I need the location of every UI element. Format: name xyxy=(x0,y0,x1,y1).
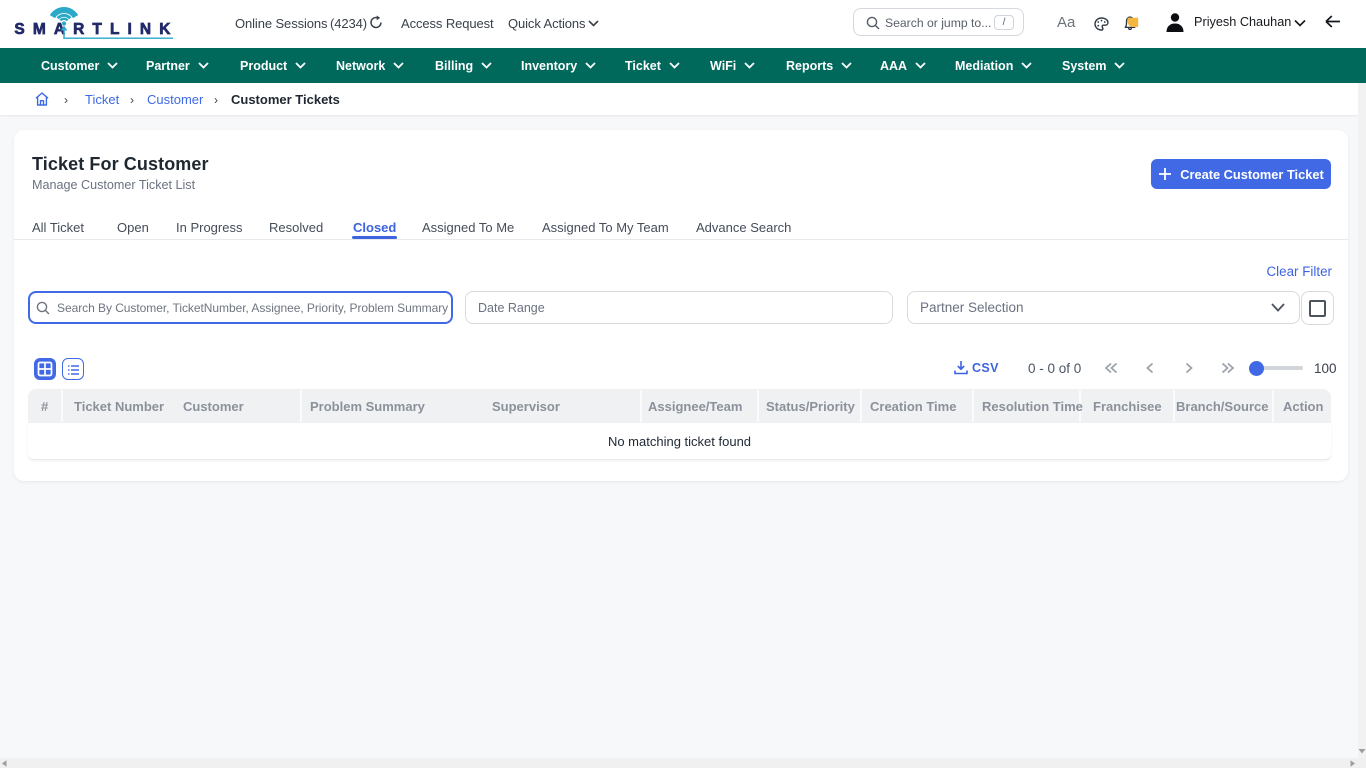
svg-text:SMARTLINK: SMARTLINK xyxy=(14,21,171,38)
